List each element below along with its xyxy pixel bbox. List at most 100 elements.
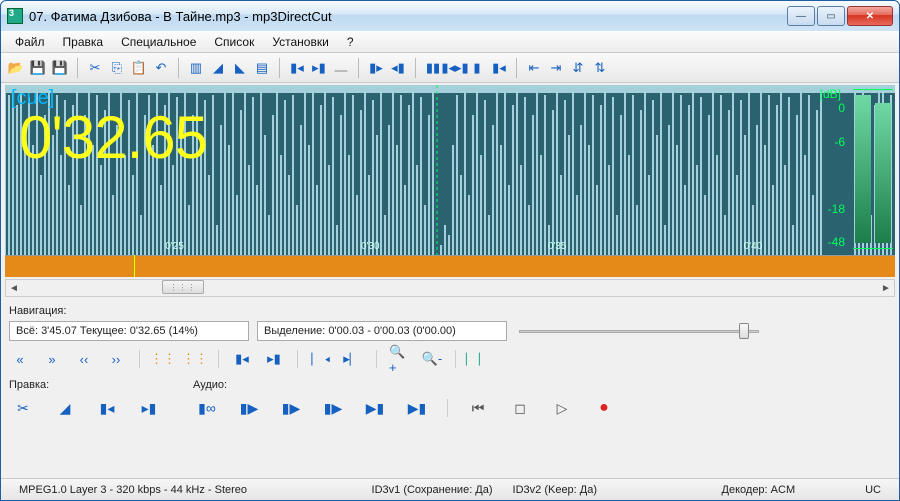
navigation-label: Навигация: [9,305,891,317]
play-before-icon[interactable]: ▮▶ [319,397,347,419]
menu-settings[interactable]: Установки [264,33,336,51]
speed-slider[interactable] [519,321,759,341]
time-tick: 0'30 [361,241,380,252]
toolbar: 📂 💾 💾 ✂ ⎘ 📋 ↶ ▥ ◢ ◣ ▤ ▮◂ ▸▮ ⎼ ▮▸ ◂▮ ▮▮ ▮… [1,53,899,83]
scroll-right-icon[interactable]: ► [878,280,894,296]
slider-knob[interactable] [739,323,749,339]
time-ruler: 0'25 0'30 0'35 0'40 [5,241,895,255]
scroll-left-icon[interactable]: ◄ [6,280,22,296]
prev-edit-icon[interactable]: ⎸◂ [310,349,332,369]
status-decoder: Декодер: ACM [712,484,806,496]
save-sel-icon[interactable]: 💾 [51,59,69,77]
menu-file[interactable]: Файл [7,33,53,51]
navigation-panel: Навигация: Всё: 3'45.07 Текущее: 0'32.65… [9,305,891,369]
status-uc: UC [855,484,891,496]
cue-icon[interactable]: ▮ [468,59,486,77]
sel-to-end-icon[interactable]: ▸▮ [263,349,285,369]
go-start-icon[interactable]: « [9,349,31,369]
minimize-button[interactable]: — [787,6,815,26]
marker1-icon[interactable]: ▮▸ [367,59,385,77]
scrollbar-thumb[interactable]: ⋮⋮⋮ [162,280,204,294]
status-id3v2: ID3v2 (Keep: Да) [503,484,608,496]
paste-icon[interactable]: 📋 [130,59,148,77]
auto-cue-icon[interactable]: ⇵ [569,59,587,77]
set-begin-icon[interactable]: ▮◂ [93,397,121,419]
menu-help[interactable]: ? [339,33,362,51]
set-end-icon[interactable]: ▸▮ [135,397,163,419]
marker-list2-icon[interactable]: ⋮⋮ [184,349,206,369]
separator [139,350,140,368]
menu-edit[interactable]: Правка [55,33,112,51]
audio-label: Аудио: [193,379,618,391]
total-field[interactable]: Всё: 3'45.07 Текущее: 0'32.65 (14%) [9,321,249,341]
prev-cut-icon[interactable]: ⇤ [525,59,543,77]
join-icon[interactable]: ▮◂▸▮ [446,59,464,77]
stop-icon[interactable]: ◻ [506,397,534,419]
save-icon[interactable]: 💾 [29,59,47,77]
audio-panel: Аудио: ▮∞ ▮▶ ▮▶ ▮▶ ▶▮ ▶▮ ⏮ ◻ ▷ ● [193,379,618,419]
sel-to-begin-icon[interactable]: ▮◂ [231,349,253,369]
next-cut-icon[interactable]: ⇥ [547,59,565,77]
pause-det-icon[interactable]: ⇅ [591,59,609,77]
gain-icon[interactable]: ▥ [187,59,205,77]
separator [447,399,448,417]
zoom-in-icon[interactable]: 🔍+ [389,349,411,369]
undo-icon[interactable]: ↶ [152,59,170,77]
edit-label: Правка: [9,379,163,391]
trim-icon[interactable]: ◢ [51,397,79,419]
cut-icon[interactable]: ✂ [86,59,104,77]
play-end-icon[interactable]: ▶▮ [403,397,431,419]
separator [279,58,280,78]
sel-begin-icon[interactable]: ▮◂ [288,59,306,77]
maximize-button[interactable]: ▭ [817,6,845,26]
next-edit-icon[interactable]: ▸⎸ [342,349,364,369]
pause-icon[interactable]: ⏮ [464,397,492,419]
separator [516,58,517,78]
edit-panel: Правка: ✂ ◢ ▮◂ ▸▮ [9,379,163,419]
playhead[interactable] [133,255,135,277]
level-meter [853,89,893,249]
cue2-icon[interactable]: ▮◂ [490,59,508,77]
play-after-icon[interactable]: ▶▮ [361,397,389,419]
fade-out-icon[interactable]: ◣ [231,59,249,77]
selection-field[interactable]: Выделение: 0'00.03 - 0'00.03 (0'00.00) [257,321,507,341]
marker-list-icon[interactable]: ⋮⋮ [152,349,174,369]
play-icon[interactable]: ▷ [548,397,576,419]
separator [77,58,78,78]
status-bar: MPEG1.0 Layer 3 - 320 kbps - 44 kHz - St… [1,478,899,500]
play-loop-icon[interactable]: ▮∞ [193,397,221,419]
copy-icon[interactable]: ⎘ [108,59,126,77]
menu-list[interactable]: Список [206,33,262,51]
open-icon[interactable]: 📂 [7,59,25,77]
menu-bar: Файл Правка Специальное Список Установки… [1,31,899,53]
norm-icon[interactable]: ▤ [253,59,271,77]
forward-icon[interactable]: ›› [105,349,127,369]
menu-special[interactable]: Специальное [113,33,204,51]
play-from-icon[interactable]: ▮▶ [235,397,263,419]
marker2-icon[interactable]: ◂▮ [389,59,407,77]
zoom-fit-icon[interactable]: ⎸⎸ [468,349,490,369]
sel-end-icon[interactable]: ▸▮ [310,59,328,77]
rewind-icon[interactable]: ‹‹ [73,349,95,369]
record-icon[interactable]: ● [590,397,618,419]
close-button[interactable]: ✕ [847,6,893,26]
time-tick: 0'40 [744,241,763,252]
horizontal-scrollbar[interactable]: ◄ ⋮⋮⋮ ► [5,279,895,297]
zoom-out-icon[interactable]: 🔍- [421,349,443,369]
timeline-bar[interactable] [5,255,895,277]
window-title: 07. Фатима Дзибова - В Тайне.mp3 - mp3Di… [29,9,785,24]
app-window: 07. Фатима Дзибова - В Тайне.mp3 - mp3Di… [0,0,900,501]
go-end-icon[interactable]: » [41,349,63,369]
timecode-display: 0'32.65 [19,103,207,172]
separator [178,58,179,78]
sel-all-icon[interactable]: ⎼ [332,59,350,77]
fade-in-icon[interactable]: ◢ [209,59,227,77]
titlebar[interactable]: 07. Фатима Дзибова - В Тайне.mp3 - mp3Di… [1,1,899,31]
separator [358,58,359,78]
split-icon[interactable]: ▮▮ [424,59,442,77]
play-sel-icon[interactable]: ▮▶ [277,397,305,419]
cut-sel-icon[interactable]: ✂ [9,397,37,419]
status-format: MPEG1.0 Layer 3 - 320 kbps - 44 kHz - St… [9,484,257,496]
time-tick: 0'35 [548,241,567,252]
waveform-display[interactable]: [cue] 0'32.65 [dB] 0 -6 -12 -18 -48 [5,85,895,255]
